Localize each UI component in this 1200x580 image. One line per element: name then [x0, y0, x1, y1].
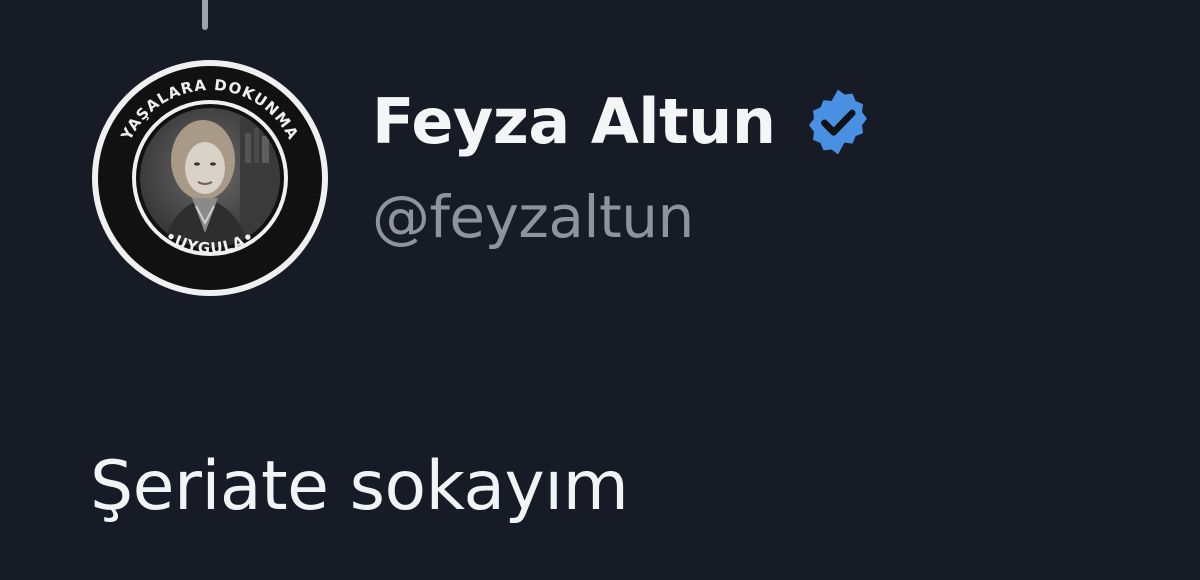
thread-connector-line: [202, 0, 208, 30]
author-name-row: Feyza Altun: [372, 72, 875, 172]
verified-badge-icon[interactable]: [801, 85, 875, 159]
avatar-badge-image: YAŞALARA DOKUNMA •UYGULA•: [92, 60, 328, 296]
tweet-text: Şeriate sokayım: [90, 447, 629, 526]
tweet-author: Feyza Altun @feyzaltun: [372, 72, 875, 246]
avatar[interactable]: YAŞALARA DOKUNMA •UYGULA•: [90, 58, 330, 298]
author-display-name[interactable]: Feyza Altun: [372, 91, 776, 153]
author-handle[interactable]: @feyzaltun: [372, 188, 875, 246]
